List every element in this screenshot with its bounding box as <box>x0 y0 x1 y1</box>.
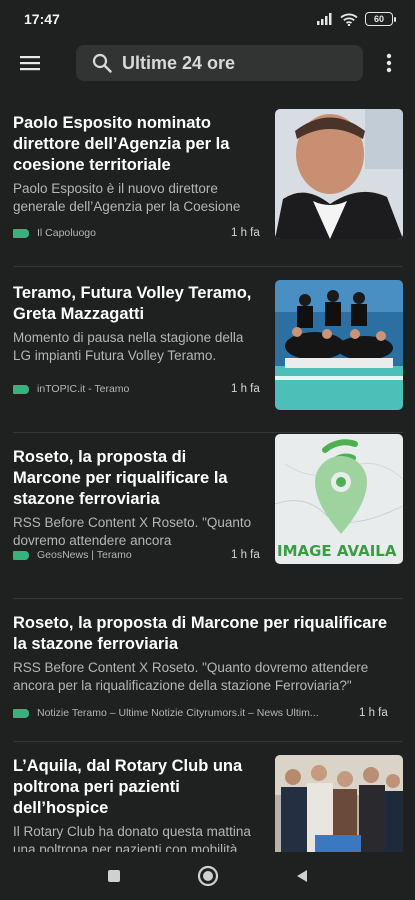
search-icon <box>92 53 112 73</box>
more-vertical-icon <box>386 53 392 73</box>
source-tag-icon <box>13 228 29 238</box>
search-text: Ultime 24 ore <box>122 52 236 73</box>
status-bar: 17:47 60 <box>0 0 415 38</box>
article-thumbnail[interactable] <box>275 755 403 852</box>
battery-level: 60 <box>373 14 384 24</box>
back-icon <box>296 870 307 882</box>
source-tag-icon <box>13 550 29 560</box>
article-card[interactable]: Roseto, la proposta di Marcone per riqua… <box>13 599 403 742</box>
article-title[interactable]: Roseto, la proposta di Marcone per riqua… <box>13 447 255 510</box>
article-meta: GeosNews | Teramo <box>13 549 132 561</box>
volleyball-team-photo-icon <box>275 280 403 410</box>
article-time: 1 h fa <box>231 227 260 239</box>
article-title[interactable]: Paolo Esposito nominato direttore dell’A… <box>13 113 255 176</box>
recent-apps-icon <box>107 870 120 882</box>
article-source[interactable]: Notizie Teramo – Ultime Notizie Cityrumo… <box>37 707 319 719</box>
article-card[interactable]: Roseto, la proposta di Marcone per riqua… <box>13 433 403 599</box>
article-card[interactable]: Teramo, Futura Volley Teramo, Greta Mazz… <box>13 267 403 433</box>
signal-icon <box>317 13 332 25</box>
source-tag-icon <box>13 708 29 718</box>
article-snippet: Momento di pausa nella stagione della LG… <box>13 330 244 363</box>
source-tag-icon <box>13 384 29 394</box>
article-snippet: Paolo Esposito è il nuovo direttore gene… <box>13 181 241 214</box>
article-title[interactable]: L’Aquila, dal Rotary Club una poltrona p… <box>13 756 255 819</box>
recent-apps-button[interactable] <box>102 864 126 888</box>
article-thumbnail[interactable] <box>275 280 403 410</box>
system-nav-bar <box>0 852 415 900</box>
article-source[interactable]: GeosNews | Teramo <box>37 549 132 561</box>
battery-icon: 60 <box>365 12 396 26</box>
status-time: 17:47 <box>24 11 60 27</box>
article-source[interactable]: inTOPIC.it - Teramo <box>37 383 129 395</box>
news-feed[interactable]: Paolo Esposito nominato direttore dell’A… <box>0 96 415 852</box>
article-time: 1 h fa <box>231 549 260 561</box>
search-bar[interactable]: Ultime 24 ore <box>76 45 363 81</box>
article-card[interactable]: Paolo Esposito nominato direttore dell’A… <box>13 96 403 267</box>
group-photo-icon <box>275 755 403 852</box>
menu-button[interactable] <box>0 38 60 88</box>
top-app-bar: Ultime 24 ore <box>0 38 415 88</box>
wifi-icon <box>340 13 358 26</box>
hamburger-menu-icon <box>20 56 40 71</box>
article-source[interactable]: Il Capoluogo <box>37 227 96 239</box>
article-meta: inTOPIC.it - Teramo <box>13 383 129 395</box>
home-button[interactable] <box>196 864 220 888</box>
more-options-button[interactable] <box>363 38 415 88</box>
article-snippet: RSS Before Content X Roseto. "Quanto dov… <box>13 515 252 548</box>
status-icons: 60 <box>317 12 396 26</box>
article-meta: Il Capoluogo <box>13 227 96 239</box>
article-snippet: Il Rotary Club ha donato questa mattina … <box>13 824 251 852</box>
article-thumbnail[interactable] <box>275 109 403 239</box>
home-icon <box>197 865 218 887</box>
article-time: 1 h fa <box>231 383 260 395</box>
portrait-photo-icon <box>275 109 403 239</box>
back-button[interactable] <box>290 864 314 888</box>
article-thumbnail[interactable]: IMAGE AVAILA <box>275 434 403 564</box>
image-placeholder-text: IMAGE AVAILA <box>277 542 397 560</box>
article-card[interactable]: L’Aquila, dal Rotary Club una poltrona p… <box>13 742 403 852</box>
article-title[interactable]: Roseto, la proposta di Marcone per riqua… <box>13 613 403 655</box>
article-title[interactable]: Teramo, Futura Volley Teramo, Greta Mazz… <box>13 283 255 325</box>
article-time: 1 h fa <box>359 707 388 719</box>
article-snippet: RSS Before Content X Roseto. "Quanto dov… <box>13 660 369 693</box>
article-meta: Notizie Teramo – Ultime Notizie Cityrumo… <box>13 707 319 719</box>
